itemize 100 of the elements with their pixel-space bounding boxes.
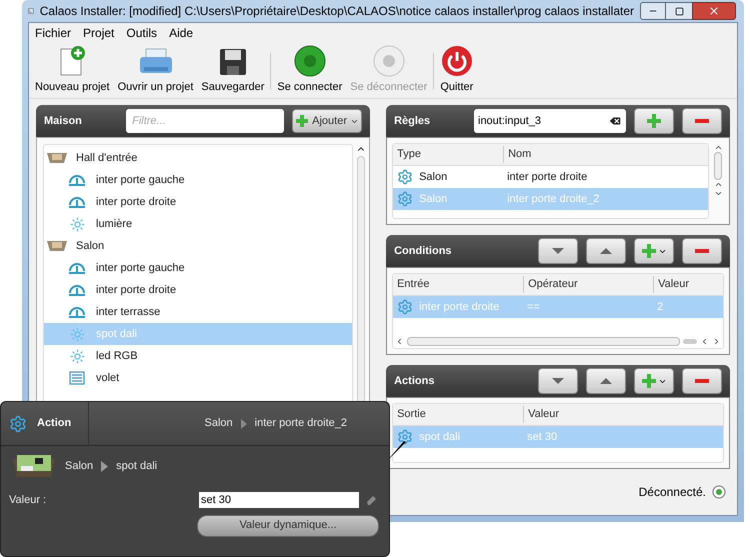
- status-led-icon: [712, 485, 726, 499]
- minus-icon: [695, 119, 709, 123]
- toolbar-button[interactable]: Ouvrir un projet: [114, 42, 198, 95]
- maximize-icon: [674, 6, 684, 16]
- table-cell-text: spot dali: [419, 430, 460, 445]
- close-button[interactable]: [692, 2, 736, 20]
- room-icon: [11, 453, 57, 479]
- scroll-left-icon[interactable]: [700, 336, 709, 346]
- gear-icon: [9, 414, 27, 432]
- filter-field[interactable]: Filtre...: [126, 109, 284, 133]
- toolbar-button[interactable]: Quitter: [436, 42, 478, 95]
- plus-icon: [295, 114, 310, 128]
- up-triangle-icon: [600, 378, 612, 384]
- scroll-up-icon[interactable]: [714, 180, 722, 189]
- table-cell-text: Salon: [419, 192, 448, 207]
- breadcrumb-item: Salon: [204, 416, 233, 432]
- minimize-button[interactable]: [640, 2, 666, 20]
- menu-item[interactable]: Fichier: [35, 24, 72, 42]
- gear-icon: [397, 299, 414, 315]
- scroll-up-icon[interactable]: [714, 143, 722, 152]
- chevron-icon: [101, 460, 108, 472]
- breadcrumb-item: spot dali: [116, 458, 158, 474]
- add-dropdown-button[interactable]: [634, 368, 674, 394]
- tree-item[interactable]: inter porte gauche: [44, 169, 352, 191]
- tree-item[interactable]: led RGB: [44, 345, 352, 367]
- chevron-icon: [240, 418, 247, 428]
- toolbar-button[interactable]: Se connecter: [273, 42, 346, 95]
- gear-icon: [397, 429, 414, 445]
- scroll-right-icon[interactable]: [712, 336, 721, 346]
- table-cell-text: inter porte droite: [419, 300, 500, 315]
- table-cell-text: set 30: [527, 430, 558, 445]
- plus-icon: [641, 373, 657, 389]
- tree-item[interactable]: inter porte droite: [44, 279, 352, 301]
- plus-icon: [641, 243, 657, 259]
- shutter-icon: [69, 371, 85, 385]
- record-icon: [294, 44, 326, 76]
- column-header[interactable]: Valeur: [523, 406, 723, 423]
- add-dropdown-button[interactable]: Ajouter: [292, 109, 362, 133]
- light-icon: [70, 326, 84, 342]
- menu-item[interactable]: Outils: [126, 24, 158, 42]
- field-label: Valeur :: [9, 493, 48, 508]
- minus-icon: [695, 249, 709, 253]
- panel-title: Actions: [394, 374, 436, 389]
- tree-item[interactable]: inter porte droite: [44, 191, 352, 213]
- column-header[interactable]: Sortie: [393, 406, 524, 423]
- breadcrumb-item: Salon: [65, 458, 94, 474]
- tree-item[interactable]: lumière: [44, 213, 352, 235]
- tree-item[interactable]: Hall d'entrée: [44, 147, 352, 169]
- window-title: Calaos Installer: [modified] C:\Users\Propriétaire\Desktop\CALAOS\notice calaos installer\prog calaos installater: [40, 3, 634, 20]
- resize-grip[interactable]: [683, 338, 697, 344]
- move-down-button[interactable]: [538, 238, 578, 264]
- move-up-button[interactable]: [586, 368, 626, 394]
- tree-item[interactable]: Salon: [44, 235, 352, 257]
- switch-icon: [68, 196, 86, 208]
- switch-icon: [68, 306, 86, 318]
- status-text: Déconnecté.: [638, 484, 706, 501]
- remove-button[interactable]: [682, 368, 722, 394]
- table-cell-text: ==: [527, 300, 540, 315]
- panel-title: Conditions: [394, 244, 453, 259]
- table-cell-text: inter porte droite: [507, 170, 588, 185]
- column-header[interactable]: Nom: [503, 146, 708, 163]
- column-header[interactable]: Entrée: [393, 276, 524, 293]
- popup-title: Action: [37, 416, 72, 432]
- table-row[interactable]: Salon inter porte droite: [393, 166, 708, 188]
- tree-item[interactable]: inter terrasse: [44, 301, 352, 323]
- column-header[interactable]: Valeur: [653, 276, 723, 293]
- gear-icon: [397, 169, 414, 185]
- room-icon: [46, 151, 68, 165]
- plus-icon: [646, 113, 662, 129]
- column-header[interactable]: Type: [393, 146, 504, 163]
- switch-icon: [68, 174, 86, 186]
- column-header[interactable]: Opérateur: [523, 276, 654, 293]
- add-dropdown-button[interactable]: [634, 238, 674, 264]
- maximize-button[interactable]: [666, 2, 692, 20]
- toolbar-button[interactable]: Sauvegarder: [197, 42, 268, 95]
- power-icon: [440, 44, 473, 76]
- move-up-button[interactable]: [586, 238, 626, 264]
- add-button[interactable]: [634, 108, 674, 134]
- search-field[interactable]: inout:input_3: [474, 109, 626, 133]
- value-field[interactable]: set 30: [199, 492, 359, 508]
- move-down-button[interactable]: [538, 368, 578, 394]
- gear-icon: [397, 191, 414, 207]
- toolbar-button[interactable]: Nouveau projet: [31, 42, 114, 95]
- switch-icon: [68, 284, 86, 296]
- light-icon: [70, 216, 84, 232]
- menu-item[interactable]: Projet: [83, 24, 114, 42]
- close-icon: [708, 5, 720, 17]
- light-icon: [70, 348, 84, 364]
- dynamic-value-button[interactable]: Valeur dynamique...: [197, 514, 379, 536]
- scroll-down-icon[interactable]: [714, 189, 722, 198]
- table-cell-text: inter porte droite_2: [507, 192, 600, 207]
- tree-item[interactable]: volet: [44, 367, 352, 389]
- panel-title: Règles: [394, 114, 432, 129]
- remove-button[interactable]: [682, 238, 722, 264]
- menu-item[interactable]: Aide: [169, 24, 194, 42]
- tree-item[interactable]: inter porte gauche: [44, 257, 352, 279]
- down-triangle-icon: [552, 248, 564, 254]
- room-icon: [46, 239, 68, 253]
- remove-button[interactable]: [682, 108, 722, 134]
- panel-title: Maison: [44, 114, 83, 129]
